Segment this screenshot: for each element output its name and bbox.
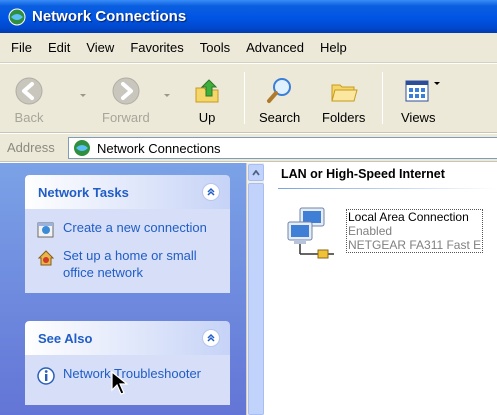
menu-bar: File Edit View Favorites Tools Advanced … [0, 33, 497, 63]
forward-dropdown-icon[interactable] [164, 94, 170, 97]
network-tasks-title: Network Tasks [38, 184, 129, 200]
lan-connection-icon [287, 207, 334, 259]
address-label: Address [7, 140, 55, 155]
collapse-icon[interactable] [202, 329, 220, 347]
address-value: Network Connections [97, 140, 221, 156]
folder-up-icon [195, 79, 219, 103]
up-label: Up [198, 110, 216, 125]
network-connections-icon [8, 8, 26, 25]
connections-view: LAN or High-Speed Internet Local Area Co… [264, 163, 497, 415]
task-pane-scrollbar[interactable] [246, 163, 264, 415]
menu-tools[interactable]: Tools [192, 37, 238, 59]
menu-favorites[interactable]: Favorites [122, 37, 191, 59]
back-arrow-icon [15, 77, 43, 105]
menu-help[interactable]: Help [312, 37, 355, 59]
views-label: Views [401, 110, 436, 125]
forward-arrow-icon [112, 77, 140, 105]
network-connections-icon [74, 140, 90, 156]
up-button[interactable]: Up [192, 76, 222, 125]
network-tasks-panel: Network Tasks Create a new connection Se… [25, 175, 230, 293]
search-icon [266, 78, 291, 103]
info-icon [37, 367, 55, 385]
new-connection-icon [37, 222, 54, 238]
folders-label: Folders [322, 110, 366, 125]
scroll-up-button[interactable] [248, 164, 264, 181]
chevron-up-icon [252, 169, 260, 176]
menu-view[interactable]: View [78, 37, 122, 59]
views-button[interactable]: Views [401, 76, 435, 125]
folders-button[interactable]: Folders [322, 76, 365, 125]
scroll-thumb[interactable] [248, 183, 264, 415]
window-title: Network Connections [32, 8, 187, 25]
menu-file[interactable]: File [3, 37, 40, 59]
toolbar-separator [382, 72, 383, 124]
views-icon [405, 80, 429, 102]
task-network-troubleshooter-label[interactable]: Network Troubleshooter [63, 365, 213, 382]
forward-label: Forward [102, 110, 150, 125]
toolbar-separator [244, 72, 245, 124]
connection-name: Local Area Connection [348, 210, 469, 224]
task-home-network-label[interactable]: Set up a home or small office network [63, 247, 213, 281]
toolbar: Back Forward Up Search Folders Views [0, 64, 497, 133]
back-button[interactable]: Back [14, 76, 44, 125]
network-tasks-header[interactable]: Network Tasks [25, 175, 230, 209]
title-bar: Network Connections [0, 0, 497, 33]
connection-status: Enabled [348, 224, 393, 238]
folders-icon [331, 84, 358, 102]
network-tasks-body: Create a new connection Set up a home or… [25, 209, 230, 293]
address-field[interactable]: Network Connections [68, 137, 497, 159]
task-home-network[interactable]: Set up a home or small office network [37, 247, 222, 281]
address-bar: Address Network Connections [0, 134, 497, 162]
collapse-icon[interactable] [202, 183, 220, 201]
home-network-icon [37, 250, 55, 266]
group-header: LAN or High-Speed Internet [281, 167, 445, 181]
menu-edit[interactable]: Edit [40, 37, 78, 59]
menu-advanced[interactable]: Advanced [238, 37, 312, 59]
task-create-connection-label[interactable]: Create a new connection [63, 219, 213, 236]
search-label: Search [259, 110, 301, 125]
connection-item[interactable]: Local Area Connection Enabled NETGEAR FA… [284, 203, 497, 263]
views-dropdown-icon[interactable] [434, 82, 440, 85]
connection-label: Local Area Connection Enabled NETGEAR FA… [346, 209, 484, 253]
back-label: Back [14, 110, 44, 125]
see-also-title: See Also [38, 330, 93, 346]
back-dropdown-icon[interactable] [80, 94, 86, 97]
connection-device: NETGEAR FA311 Fast E [348, 238, 482, 252]
search-button[interactable]: Search [259, 76, 300, 125]
mouse-cursor-icon [111, 370, 129, 395]
task-create-connection[interactable]: Create a new connection [37, 219, 222, 239]
see-also-header[interactable]: See Also [25, 321, 230, 355]
forward-button[interactable]: Forward [102, 76, 150, 125]
group-divider [278, 188, 497, 189]
